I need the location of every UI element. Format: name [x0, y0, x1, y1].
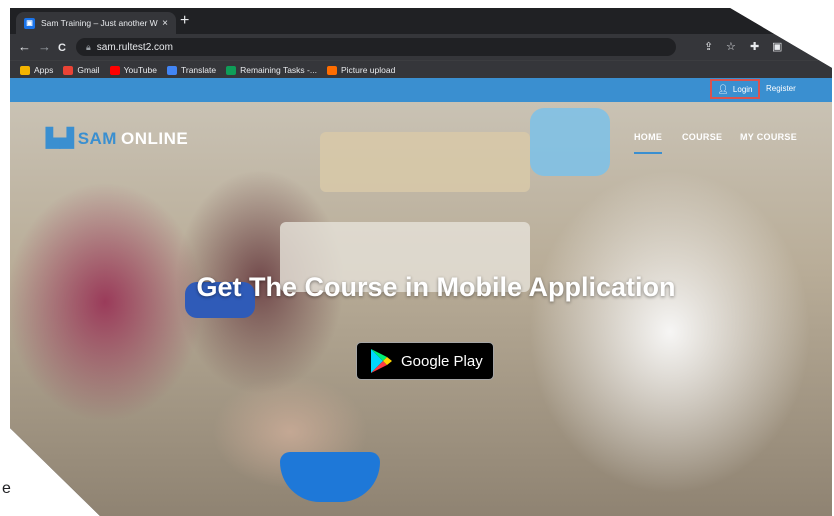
login-button[interactable]: 👤︎ Login: [710, 79, 760, 99]
tab-title: Sam Training – Just another W: [41, 18, 158, 28]
logo-online-text: ONLINE: [120, 128, 189, 148]
star-icon[interactable]: ☆: [726, 40, 736, 53]
google-play-icon: [371, 349, 392, 373]
new-tab-button[interactable]: +: [180, 12, 189, 30]
website: 👤︎ Login Register ▙▟ SAM ONLINE HOME COU…: [10, 78, 832, 516]
sheets-icon: [226, 65, 237, 75]
hero-photo-detail: [530, 108, 610, 176]
nav-course[interactable]: COURSE: [682, 132, 722, 142]
tab-strip: ▣ Sam Training – Just another W × +: [10, 8, 832, 34]
lock-icon: 🔒︎: [86, 41, 91, 52]
bookmark-gmail[interactable]: Gmail: [63, 65, 100, 75]
reload-button[interactable]: C: [58, 40, 66, 56]
browser-tab[interactable]: ▣ Sam Training – Just another W ×: [16, 12, 176, 34]
site-top-bar: 👤︎ Login Register: [10, 78, 832, 102]
hero-banner: ▙▟ SAM ONLINE HOME COURSE MY COURSE Get …: [10, 102, 832, 516]
site-logo[interactable]: ▙▟ SAM ONLINE: [46, 128, 188, 149]
hero-photo-detail: [320, 132, 530, 192]
user-icon: 👤︎: [717, 83, 729, 94]
address-bar-row: ← → C 🔒︎ sam.rultest2.com ⇪ ☆ ✚ ▣: [10, 34, 832, 60]
sidebar-icon[interactable]: ▣: [772, 40, 782, 53]
hero-headline: Get The Course in Mobile Application: [196, 272, 676, 302]
login-label: Login: [732, 84, 753, 94]
bookmark-youtube[interactable]: YouTube: [109, 65, 157, 75]
slides-icon: [326, 65, 337, 75]
apps-grid-icon: [20, 65, 30, 75]
bookmarks-bar: Apps Gmail YouTube Translate Remaining T…: [10, 60, 832, 79]
omnibox[interactable]: 🔒︎ sam.rultest2.com: [76, 38, 676, 56]
share-icon[interactable]: ⇪: [704, 40, 713, 53]
google-play-button[interactable]: Google Play: [356, 342, 494, 380]
bookmark-apps[interactable]: Apps: [20, 65, 53, 75]
gmail-icon: [63, 65, 74, 75]
logo-sam-text: SAM: [77, 128, 117, 148]
corner-text: e: [2, 480, 11, 497]
back-button[interactable]: ←: [18, 39, 31, 55]
extensions-icon[interactable]: ✚: [750, 40, 759, 53]
tab-close-icon[interactable]: ×: [162, 18, 168, 29]
translate-icon: [166, 65, 177, 75]
register-link[interactable]: Register: [766, 84, 796, 93]
site-favicon-icon: ▣: [24, 17, 35, 29]
forward-button[interactable]: →: [38, 39, 51, 55]
nav-home[interactable]: HOME: [634, 132, 663, 154]
bookmark-remaining-tasks[interactable]: Remaining Tasks -...: [226, 65, 317, 75]
youtube-icon: [109, 65, 120, 75]
bookmark-picture-upload[interactable]: Picture upload: [326, 65, 395, 75]
logo-mark-icon: ▙▟: [46, 128, 74, 148]
screenshot-frame: ▣ Sam Training – Just another W × + ← → …: [10, 8, 832, 516]
google-play-label: Google Play: [401, 352, 483, 370]
hero-photo-detail: [280, 452, 380, 502]
nav-my-course[interactable]: MY COURSE: [740, 132, 797, 142]
url-text: sam.rultest2.com: [96, 41, 173, 53]
bookmark-translate[interactable]: Translate: [166, 65, 216, 75]
